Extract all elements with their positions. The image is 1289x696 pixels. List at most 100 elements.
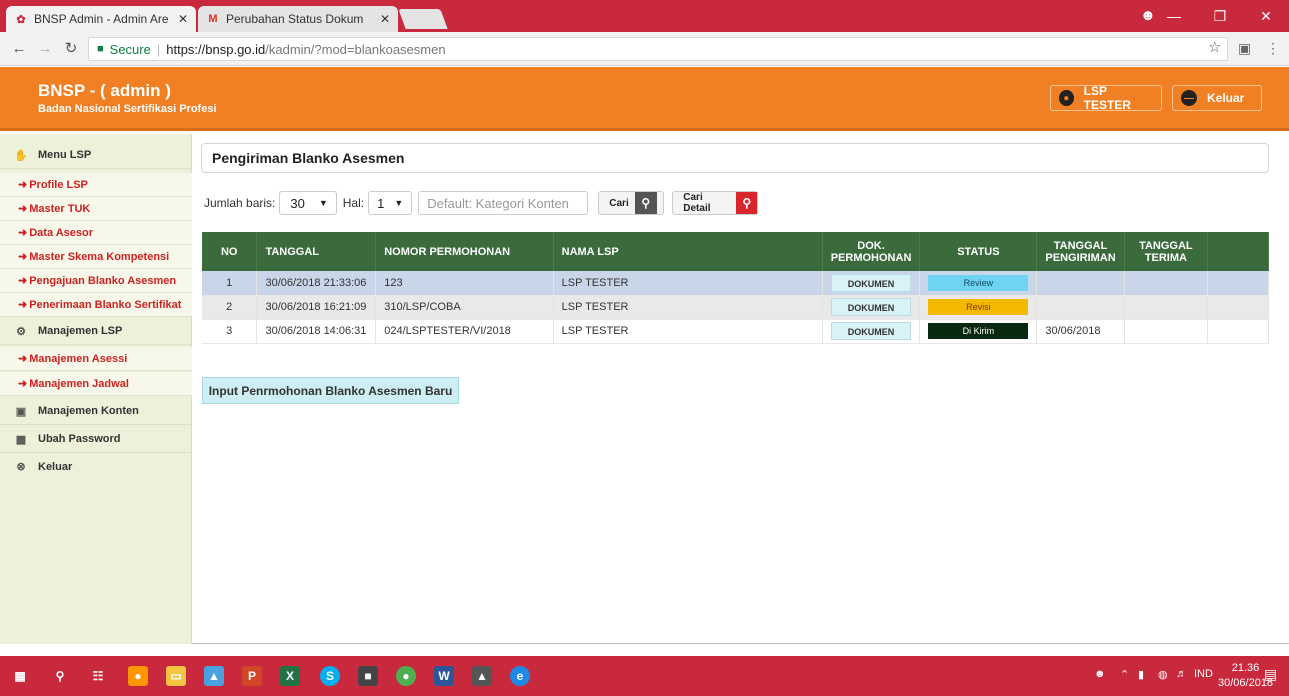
arrow-right-icon: ➜ — [18, 203, 28, 215]
status-badge: Di Kirim — [928, 323, 1029, 339]
sidebar-item-manajemen-lsp[interactable]: ⚙ Manajemen LSP — [0, 318, 192, 345]
menu-kebab-icon[interactable]: ⋮ — [1266, 40, 1280, 57]
search-input[interactable]: Default: Kategori Konten — [418, 191, 589, 215]
word-icon[interactable]: W — [434, 666, 454, 686]
sidebar-item-profile-lsp[interactable]: ➜ Profile LSP — [0, 173, 192, 197]
url-input[interactable]: ■ Secure | https://bnsp.go.id /kadmin/?m… — [88, 37, 1228, 61]
notification-icon[interactable]: ▤ — [1264, 666, 1277, 683]
column-header[interactable]: TANGGAL TERIMA — [1124, 232, 1209, 271]
column-header[interactable]: NOMOR PERMOHONAN — [375, 232, 554, 271]
arrow-right-icon: ➜ — [18, 179, 28, 191]
url-host: https://bnsp.go.id — [166, 41, 266, 57]
logout-button[interactable]: — Keluar — [1172, 85, 1262, 111]
chevron-up-icon[interactable]: ⌃ — [1120, 668, 1129, 681]
column-header — [1207, 232, 1269, 271]
reload-icon[interactable]: ↻ — [62, 40, 80, 58]
rows-value: 30 — [290, 195, 305, 211]
page-value: 1 — [377, 195, 385, 211]
camera-icon[interactable]: ▣ — [1238, 40, 1251, 57]
cell-lsp: LSP TESTER — [553, 295, 823, 320]
cell-tanggal-terima — [1124, 319, 1209, 344]
wifi-icon[interactable]: ◍ — [1158, 668, 1168, 681]
forward-icon[interactable]: → — [36, 40, 54, 58]
cell-nomor: 123 — [375, 271, 554, 296]
sidebar-item-label: Menu LSP — [38, 149, 92, 161]
people-icon[interactable]: ☻ — [1094, 668, 1106, 680]
url-path: /kadmin/?mod=blankoasesmen — [265, 41, 446, 57]
sidebar-item-data-asesor[interactable]: ➜ Data Asesor — [0, 221, 192, 245]
cell-tanggal-pengiriman — [1036, 271, 1125, 296]
excel-icon[interactable]: X — [280, 666, 300, 686]
app-icon[interactable]: ▲ — [204, 666, 224, 686]
sidebar-item-menu-lsp[interactable]: ✋ Menu LSP — [0, 142, 192, 169]
volume-icon[interactable]: ♬ — [1176, 668, 1187, 680]
cell-tanggal: 30/06/2018 14:06:31 — [256, 319, 377, 344]
column-header[interactable]: STATUS — [919, 232, 1038, 271]
edge-icon[interactable]: e — [510, 666, 530, 686]
language-indicator[interactable]: IND — [1194, 668, 1213, 680]
windows-start-icon[interactable]: ▦ — [10, 666, 30, 686]
arrow-right-icon: ➜ — [18, 227, 28, 239]
search-button[interactable]: Cari ⚲ — [598, 191, 665, 215]
task-view-icon[interactable]: ☷ — [88, 666, 108, 686]
cell-dok: DOKUMEN — [822, 319, 921, 344]
tab-bnsp-admin[interactable]: ✿ BNSP Admin - Admin Are ✕ — [6, 6, 196, 32]
restore-icon[interactable]: ❐ — [1197, 0, 1243, 32]
cell-status: Review — [919, 271, 1038, 296]
column-header[interactable]: DOK. PERMOHONAN — [822, 232, 921, 271]
tab-gmail[interactable]: M Perubahan Status Dokum ✕ — [198, 6, 398, 32]
cell-dok: DOKUMEN — [822, 295, 921, 320]
column-header[interactable]: TANGGAL PENGIRIMAN — [1036, 232, 1125, 271]
sidebar-item-manajemen-jadwal[interactable]: ➜ Manajemen Jadwal — [0, 372, 192, 396]
detail-search-button[interactable]: Cari Detail ⚲ — [672, 191, 759, 215]
window-close-icon[interactable]: ✕ — [1243, 0, 1289, 32]
cell-action — [1207, 295, 1269, 320]
content-icon: ▣ — [15, 405, 27, 418]
photos-icon[interactable]: ▲ — [472, 666, 492, 686]
column-header[interactable]: TANGGAL — [256, 232, 377, 271]
bookmark-star-icon[interactable]: ☆ — [1208, 38, 1221, 56]
page-title: Pengiriman Blanko Asesmen — [201, 143, 1269, 173]
column-header[interactable]: NAMA LSP — [553, 232, 823, 271]
user-button[interactable]: ● LSP TESTER — [1050, 84, 1162, 112]
cell-status: Revisi — [919, 295, 1038, 320]
column-header[interactable]: NO — [202, 232, 258, 271]
file-explorer-icon[interactable]: ▭ — [166, 666, 186, 686]
notes-icon[interactable]: ■ — [358, 666, 378, 686]
battery-icon[interactable]: ▮ — [1138, 668, 1144, 681]
table-row[interactable]: 3 30/06/2018 14:06:31 024/LSPTESTER/VI/2… — [202, 319, 1269, 344]
user-icon: ● — [1059, 90, 1074, 106]
close-icon[interactable]: ✕ — [178, 12, 188, 26]
back-icon[interactable]: ← — [10, 40, 28, 58]
dokumen-button[interactable]: DOKUMEN — [831, 322, 912, 340]
sidebar-item-pengajuan-blanko[interactable]: ➜ Pengajuan Blanko Asesmen — [0, 269, 192, 293]
page-select[interactable]: 1 ▼ — [368, 191, 413, 215]
new-tab-button[interactable] — [398, 9, 448, 29]
sidebar-item-master-skema[interactable]: ➜ Master Skema Kompetensi — [0, 245, 192, 269]
sidebar-item-penerimaan-blanko[interactable]: ➜ Penerimaan Blanko Sertifikat — [0, 293, 192, 317]
firefox-icon[interactable]: ● — [128, 666, 148, 686]
skype-icon[interactable]: S — [320, 666, 340, 686]
dokumen-button[interactable]: DOKUMEN — [831, 298, 912, 316]
new-request-button[interactable]: Input Penrmohonan Blanko Asesmen Baru — [202, 377, 459, 404]
sidebar-item-master-tuk[interactable]: ➜ Master TUK — [0, 197, 192, 221]
search-icon[interactable]: ⚲ — [50, 666, 70, 686]
sidebar-item-manajemen-asessi[interactable]: ➜ Manajemen Asessi — [0, 347, 192, 371]
rows-select[interactable]: 30 ▼ — [279, 191, 337, 215]
logout-label: Keluar — [1207, 91, 1245, 105]
sidebar-item-label: Profile LSP — [29, 178, 88, 191]
divider — [192, 643, 1289, 644]
sidebar-item-ubah-password[interactable]: ▩ Ubah Password — [0, 426, 192, 453]
sidebar-item-manajemen-konten[interactable]: ▣ Manajemen Konten — [0, 398, 192, 425]
table-row[interactable]: 2 30/06/2018 16:21:09 310/LSP/COBA LSP T… — [202, 295, 1269, 320]
chrome-icon[interactable]: ● — [396, 666, 416, 686]
sidebar-item-keluar[interactable]: ⊗ Keluar — [0, 453, 192, 480]
close-icon[interactable]: ✕ — [380, 12, 390, 26]
table-row[interactable]: 1 30/06/2018 21:33:06 123 LSP TESTER DOK… — [202, 271, 1269, 296]
cell-tanggal-terima — [1124, 295, 1209, 320]
dokumen-button[interactable]: DOKUMEN — [831, 273, 912, 292]
powerpoint-icon[interactable]: P — [242, 666, 262, 686]
taskbar: ▦ ⚲ ☷ ● ▭ ▲ P X S ■ ● W ▲ e ☻ ⌃ ▮ ◍ ♬ IN… — [0, 656, 1289, 696]
minimize-icon[interactable]: — — [1151, 0, 1197, 32]
caret-down-icon: ▼ — [318, 198, 328, 208]
